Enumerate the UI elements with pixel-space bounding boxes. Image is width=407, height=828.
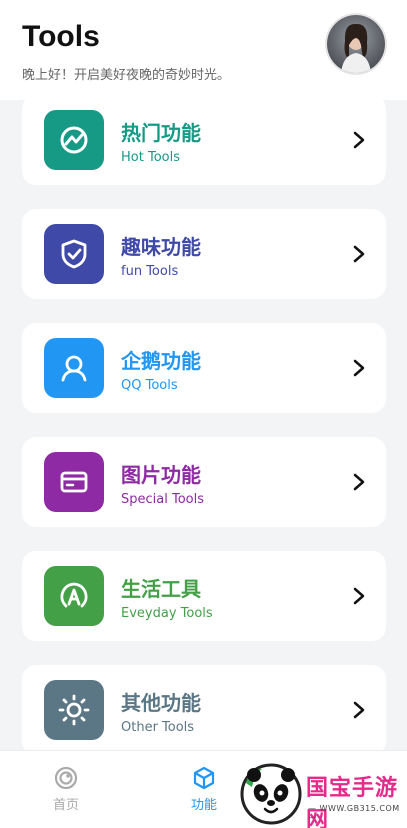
chevron-right-icon [353, 131, 365, 149]
card-subtitle: Other Tools [121, 720, 195, 735]
avatar[interactable] [327, 15, 385, 73]
avatar-image [327, 15, 385, 73]
greeting-text: 晚上好！开启美好夜晚的奇妙时光。 [22, 68, 231, 83]
card-icon [60, 471, 88, 493]
tab-home[interactable]: 首页 [36, 765, 96, 813]
chart-circle-icon [60, 126, 88, 154]
card-qq-tools[interactable]: 企鹅功能 QQ Tools [22, 323, 386, 413]
tab-tools-label: 功能 [190, 798, 217, 813]
tab-home-label: 首页 [52, 798, 79, 813]
cube-icon [193, 766, 215, 790]
chevron-right-icon [353, 359, 365, 377]
card-title: 企鹅功能 [121, 349, 201, 373]
card-special-tools[interactable]: 图片功能 Special Tools [22, 437, 386, 527]
page-title: Tools [22, 20, 100, 53]
fun-tools-icon-box [44, 224, 104, 284]
panda-logo-icon [240, 763, 302, 825]
chevron-right-icon [353, 701, 365, 719]
card-fun-tools[interactable]: 趣味功能 fun Tools [22, 209, 386, 299]
hot-tools-icon-box [44, 110, 104, 170]
card-title: 生活工具 [121, 577, 201, 601]
watermark: 国宝手游网 — WWW.GB315.COM — [228, 760, 407, 828]
a-letter-icon [60, 582, 88, 608]
card-subtitle: QQ Tools [121, 378, 178, 393]
header: Tools 晚上好！开启美好夜晚的奇妙时光。 [0, 0, 407, 100]
card-title: 热门功能 [121, 121, 201, 145]
home-swirl-icon [54, 766, 78, 790]
card-subtitle: Special Tools [121, 492, 204, 507]
everyday-tools-icon-box [44, 566, 104, 626]
qq-tools-icon-box [44, 338, 104, 398]
sun-icon [58, 694, 90, 726]
tab-tools[interactable]: 功能 [174, 765, 234, 813]
card-subtitle: fun Tools [121, 264, 179, 279]
card-title: 趣味功能 [121, 235, 201, 259]
special-tools-icon-box [44, 452, 104, 512]
card-other-tools[interactable]: 其他功能 Other Tools [22, 665, 386, 755]
card-everyday-tools[interactable]: 生活工具 Eveyday Tools [22, 551, 386, 641]
card-subtitle: Hot Tools [121, 150, 180, 165]
shield-check-icon [61, 239, 87, 269]
card-title: 其他功能 [121, 691, 201, 715]
other-tools-icon-box [44, 680, 104, 740]
card-hot-tools[interactable]: 热门功能 Hot Tools [22, 95, 386, 185]
chevron-right-icon [353, 473, 365, 491]
card-title: 图片功能 [121, 463, 201, 487]
chevron-right-icon [353, 587, 365, 605]
chevron-right-icon [353, 245, 365, 263]
card-subtitle: Eveyday Tools [121, 606, 213, 621]
watermark-url: — WWW.GB315.COM — [308, 804, 400, 822]
person-icon [61, 355, 87, 382]
